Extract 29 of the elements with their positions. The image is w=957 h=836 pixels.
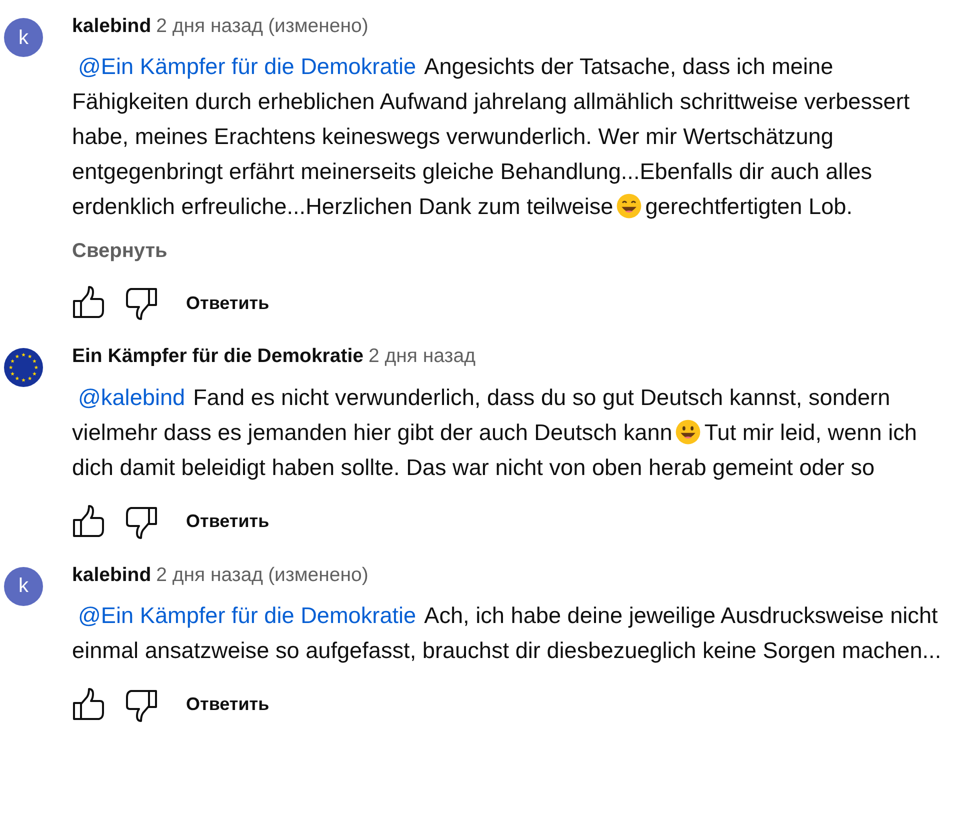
like-button[interactable]: [72, 504, 106, 538]
mention-link[interactable]: @kalebind: [78, 384, 186, 410]
comment-text: @kalebind Fand es nicht verwunderlich, dass du so gut Deutsch kannst, sondern vielmehr dass es jemanden hier gibt der auch Deutsch kann Tut mir leid, wenn ich dich damit beleidigt haben sollte. Das war nicht von oben herab gemeint oder so: [72, 384, 918, 482]
reply-button[interactable]: Ответить: [186, 290, 270, 317]
avatar: k: [4, 566, 43, 606]
comment-time[interactable]: 2 дня назад: [156, 12, 264, 42]
collapse-link[interactable]: Свернуть: [72, 236, 168, 266]
comment-text: @Ein Kämpfer für die Demokratie Angesichts der Tatsache, dass ich meine Fähigkeiten durch erheblichen Aufwand jahrelang allmählich schrittweise verbessert habe, meines Erachtens keineswegs verwunderlich. Wer mir Wertschätzung entgegenbringt erfährt meinerseits gleiche Behandlung...Ebenfalls dir auch alles erdenklich erfreuliche...Herzlichen Dank zum teilweise gerechtfertigten Lob.: [72, 53, 911, 222]
like-button[interactable]: [72, 286, 106, 320]
flag-avatar: [4, 348, 43, 388]
author-name[interactable]: kalebind: [72, 560, 152, 590]
grinning-face-icon: [616, 193, 642, 220]
comment-text: @Ein Kämpfer für die Demokratie Ach, ich habe deine jeweilige Ausdrucksweise nicht einmal ansatzweise so aufgefasst, brauchst dir diesbezueglich keine Sorgen machen...: [72, 602, 942, 665]
author-name[interactable]: kalebind: [72, 12, 152, 42]
reply-button[interactable]: Ответить: [186, 508, 270, 535]
author-name[interactable]: Ein Kämpfer für die Demokratie: [72, 342, 364, 372]
dislike-button[interactable]: [124, 286, 158, 320]
dislike-button[interactable]: [124, 688, 158, 722]
comment-time[interactable]: 2 дня назад: [156, 560, 264, 590]
dislike-button[interactable]: [124, 504, 158, 538]
mention-link[interactable]: @Ein Kämpfer für die Demokratie: [78, 54, 416, 80]
like-button[interactable]: [72, 688, 106, 722]
mention-link[interactable]: @Ein Kämpfer für die Demokratie: [78, 602, 416, 628]
reply-button[interactable]: Ответить: [186, 691, 270, 718]
smiling-face-icon: [675, 418, 702, 444]
comment-time[interactable]: 2 дня назад: [368, 342, 476, 372]
edited-label: (изменено): [268, 14, 368, 39]
edited-label: (изменено): [268, 562, 368, 588]
avatar: k: [4, 18, 43, 57]
